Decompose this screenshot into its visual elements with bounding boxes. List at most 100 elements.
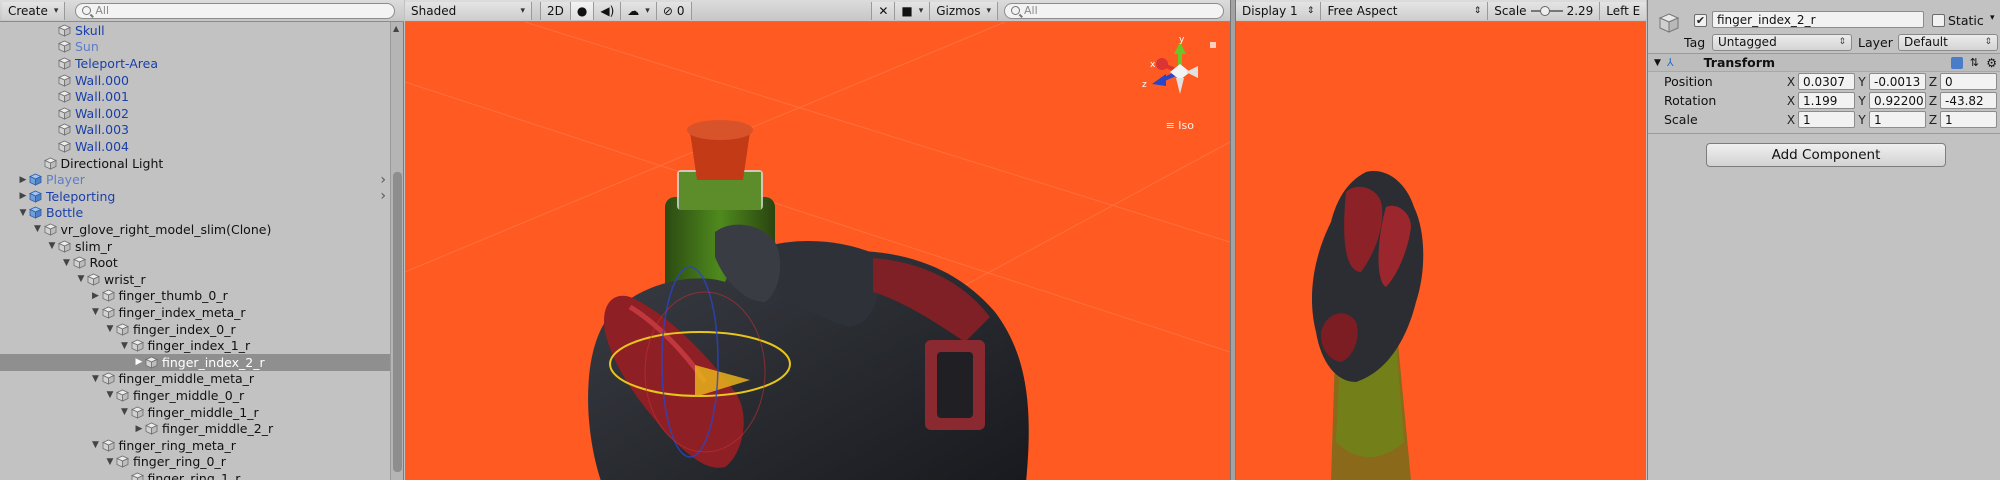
- scroll-up-icon[interactable]: ▲: [393, 24, 399, 33]
- rotation-z-field[interactable]: -43.82: [1940, 92, 1997, 109]
- hierarchy-row[interactable]: ▶ Teleporting ›: [0, 188, 390, 205]
- rotation-y-field[interactable]: 0.92200: [1869, 92, 1926, 109]
- hierarchy-row[interactable]: Teleport-Area: [0, 55, 390, 72]
- hierarchy-row[interactable]: Skull: [0, 22, 390, 39]
- open-prefab-icon[interactable]: ›: [380, 188, 386, 204]
- gameobject-icon: [116, 389, 129, 402]
- tag-dropdown[interactable]: Untagged: [1712, 33, 1852, 51]
- active-checkbox[interactable]: ✔: [1694, 14, 1707, 27]
- hierarchy-row[interactable]: ▶ finger_index_2_r: [0, 354, 390, 371]
- camera-dropdown[interactable]: ■: [895, 1, 931, 20]
- lighting-toggle-button[interactable]: ●: [570, 1, 595, 20]
- hierarchy-row[interactable]: ▼ vr_glove_right_model_slim(Clone): [0, 221, 390, 238]
- tools-button[interactable]: ✕: [871, 1, 896, 20]
- open-prefab-icon[interactable]: ›: [380, 172, 386, 188]
- hierarchy-row[interactable]: Wall.001: [0, 88, 390, 105]
- hierarchy-row[interactable]: ▼ finger_index_0_r: [0, 321, 390, 338]
- maximize-label: Left E: [1606, 3, 1641, 18]
- help-icon[interactable]: [1951, 56, 1963, 69]
- gear-icon[interactable]: ⚙: [1986, 56, 1997, 70]
- expanded-arrow-icon[interactable]: ▼: [90, 440, 102, 450]
- hierarchy-row[interactable]: ▼ slim_r: [0, 238, 390, 255]
- gizmos-dropdown[interactable]: Gizmos: [930, 1, 998, 20]
- hierarchy-row[interactable]: ▼ finger_middle_0_r: [0, 387, 390, 404]
- expanded-arrow-icon[interactable]: ▼: [17, 208, 29, 218]
- expanded-arrow-icon[interactable]: ▼: [119, 341, 131, 351]
- expanded-arrow-icon[interactable]: ▼: [104, 457, 116, 467]
- collapsed-arrow-icon[interactable]: ▶: [17, 175, 29, 185]
- hierarchy-row[interactable]: Directional Light: [0, 155, 390, 172]
- scale-y-field[interactable]: 1: [1869, 111, 1926, 128]
- hierarchy-scroll-thumb[interactable]: [393, 172, 402, 472]
- 2d-toggle-button[interactable]: 2D: [540, 1, 571, 20]
- hierarchy-row[interactable]: Sun: [0, 39, 390, 56]
- hierarchy-row[interactable]: ▼ finger_index_1_r: [0, 337, 390, 354]
- shading-mode-dropdown[interactable]: Shaded: [405, 1, 532, 20]
- expanded-arrow-icon[interactable]: ▼: [75, 274, 87, 284]
- hierarchy-row[interactable]: Wall.003: [0, 122, 390, 139]
- hierarchy-row[interactable]: ▼ finger_middle_1_r: [0, 404, 390, 421]
- position-z-field[interactable]: 0: [1940, 73, 1997, 90]
- hierarchy-row[interactable]: Wall.000: [0, 72, 390, 89]
- layer-dropdown[interactable]: Default: [1898, 33, 1998, 51]
- hierarchy-row[interactable]: ▼ finger_index_meta_r: [0, 304, 390, 321]
- static-dropdown-icon[interactable]: ▾: [1990, 13, 1995, 23]
- aspect-dropdown[interactable]: Free Aspect ⇕: [1321, 1, 1489, 20]
- expanded-arrow-icon[interactable]: ▼: [90, 307, 102, 317]
- hierarchy-row[interactable]: ▼ Bottle: [0, 205, 390, 222]
- expanded-arrow-icon[interactable]: ▼: [119, 407, 131, 417]
- game-viewport[interactable]: [1236, 22, 1646, 480]
- scale-slider-knob[interactable]: [1540, 5, 1551, 16]
- create-button[interactable]: Create: [2, 1, 66, 20]
- scale-x-field[interactable]: 1: [1798, 111, 1855, 128]
- hierarchy-row[interactable]: ▼ finger_ring_0_r: [0, 454, 390, 471]
- hierarchy-row[interactable]: ▼ finger_ring_meta_r: [0, 437, 390, 454]
- expanded-arrow-icon[interactable]: ▼: [61, 258, 73, 268]
- hierarchy-panel: Create All SkullSunTeleport-AreaWall.000…: [0, 0, 404, 480]
- expanded-arrow-icon[interactable]: ▼: [104, 324, 116, 334]
- hierarchy-row[interactable]: Wall.002: [0, 105, 390, 122]
- scene-search-input[interactable]: All: [1004, 2, 1224, 19]
- preset-icon[interactable]: ⇅: [1970, 56, 1979, 69]
- display-dropdown[interactable]: Display 1 ⇕: [1236, 1, 1322, 20]
- hierarchy-row[interactable]: ▶ finger_thumb_0_r: [0, 288, 390, 305]
- add-component-button[interactable]: Add Component: [1706, 143, 1946, 167]
- hierarchy-search-input[interactable]: All: [75, 2, 396, 19]
- audio-toggle-button[interactable]: ◀): [594, 1, 622, 20]
- rotation-x-field[interactable]: 1.199: [1798, 92, 1855, 109]
- maximize-on-play-button[interactable]: Left E: [1600, 1, 1647, 20]
- position-y-field[interactable]: -0.0013: [1869, 73, 1926, 90]
- scene-viewport[interactable]: x y z Iso: [405, 22, 1230, 480]
- orientation-gizmo[interactable]: x y z: [1142, 35, 1216, 94]
- scale-z-field[interactable]: 1: [1940, 111, 1997, 128]
- object-name-field[interactable]: finger_index_2_r: [1712, 11, 1924, 28]
- projection-label[interactable]: Iso: [1166, 119, 1194, 132]
- effects-dropdown[interactable]: ☁: [621, 1, 657, 20]
- collapsed-arrow-icon[interactable]: ▶: [17, 191, 29, 201]
- hierarchy-row[interactable]: ▼ wrist_r: [0, 271, 390, 288]
- hierarchy-row[interactable]: ▼ finger_middle_meta_r: [0, 371, 390, 388]
- transform-header[interactable]: ▼ ⅄ Transform ⇅ ⚙: [1648, 53, 2000, 72]
- expanded-arrow-icon[interactable]: ▼: [46, 241, 58, 251]
- gameobject-icon: [58, 240, 71, 253]
- hierarchy-row[interactable]: finger_ring_1_r: [0, 470, 390, 480]
- scale-slider[interactable]: [1530, 5, 1563, 16]
- expanded-arrow-icon[interactable]: ▼: [90, 374, 102, 384]
- hierarchy-row[interactable]: ▶ Player ›: [0, 171, 390, 188]
- collapsed-arrow-icon[interactable]: ▶: [133, 357, 145, 367]
- foldout-icon[interactable]: ▼: [1654, 58, 1661, 68]
- expanded-arrow-icon[interactable]: ▼: [104, 390, 116, 400]
- collapsed-arrow-icon[interactable]: ▶: [90, 291, 102, 301]
- expanded-arrow-icon[interactable]: ▼: [32, 224, 44, 234]
- position-x-field[interactable]: 0.0307: [1798, 73, 1855, 90]
- aspect-label: Free Aspect: [1327, 3, 1398, 18]
- hidden-objects-toggle[interactable]: ⊘ 0: [656, 1, 692, 20]
- glove-model[interactable]: [588, 224, 1029, 480]
- static-checkbox[interactable]: [1932, 14, 1945, 27]
- lock-icon[interactable]: [1210, 42, 1216, 48]
- collapsed-arrow-icon[interactable]: ▶: [133, 424, 145, 434]
- hierarchy-scrollbar[interactable]: ▲: [390, 22, 403, 480]
- hierarchy-row[interactable]: ▶ finger_middle_2_r: [0, 420, 390, 437]
- hierarchy-row[interactable]: ▼ Root: [0, 254, 390, 271]
- hierarchy-row[interactable]: Wall.004: [0, 138, 390, 155]
